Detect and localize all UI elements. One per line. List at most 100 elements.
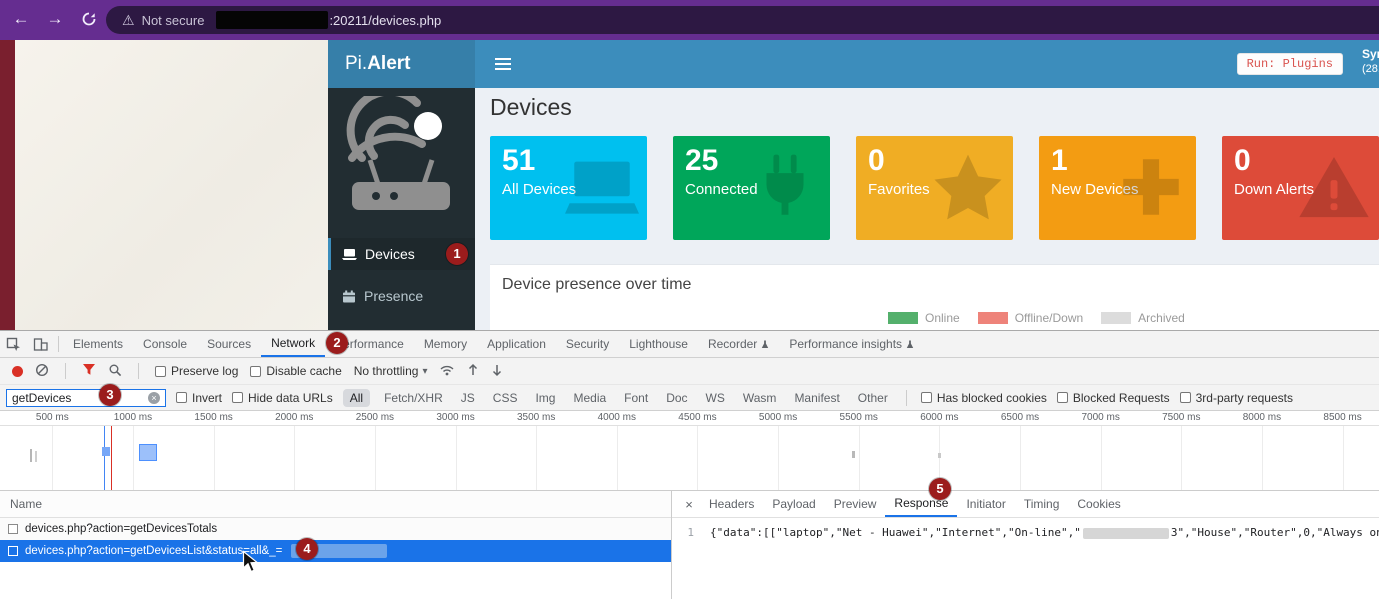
resource-type-manifest[interactable]: Manifest — [790, 389, 843, 407]
url-text: :20211/devices.php — [329, 13, 441, 28]
tab-headers[interactable]: Headers — [700, 491, 763, 517]
legend-label: Offline/Down — [1015, 311, 1083, 325]
tab-timing[interactable]: Timing — [1015, 491, 1069, 517]
checkbox[interactable] — [921, 392, 932, 403]
resource-type-font[interactable]: Font — [620, 389, 652, 407]
tab-performance-insights[interactable]: Performance insights — [779, 331, 924, 357]
tab-cookies[interactable]: Cookies — [1068, 491, 1129, 517]
has-blocked-cookies-checkbox[interactable]: Has blocked cookies — [921, 391, 1047, 405]
tab-initiator[interactable]: Initiator — [957, 491, 1014, 517]
tab-sources[interactable]: Sources — [197, 331, 261, 357]
tab-memory[interactable]: Memory — [414, 331, 477, 357]
reload-icon[interactable] — [78, 11, 100, 32]
checkbox[interactable] — [1180, 392, 1191, 403]
response-panel: × Headers Payload Preview Response Initi… — [672, 491, 1379, 599]
throttling-select[interactable]: No throttling ▾ — [354, 364, 428, 378]
export-har-icon[interactable] — [491, 363, 503, 380]
header-right-line2: (28, — [1362, 62, 1379, 77]
invert-checkbox[interactable]: Invert — [176, 391, 222, 405]
annotation-step-4: 4 — [296, 538, 318, 560]
tab-payload[interactable]: Payload — [763, 491, 824, 517]
app-logo[interactable]: Pi.Alert — [328, 40, 475, 88]
resource-type-other[interactable]: Other — [854, 389, 892, 407]
card-connected[interactable]: 25 Connected — [673, 136, 830, 240]
network-detail-split: Name devices.php?action=getDevicesTotals… — [0, 491, 1379, 599]
sidebar-item-label: Presence — [364, 288, 423, 304]
tab-label: Elements — [73, 331, 123, 357]
filter-icon[interactable] — [82, 363, 96, 379]
checkbox[interactable] — [155, 366, 166, 377]
clear-log-icon[interactable] — [35, 363, 49, 380]
timeline-ruler: 500 ms 1000 ms 1500 ms 2000 ms 2500 ms 3… — [0, 411, 1379, 490]
request-row-selected[interactable]: devices.php?action=getDevicesList&status… — [0, 540, 671, 562]
plus-icon — [1114, 150, 1188, 224]
inspect-element-icon[interactable] — [0, 331, 27, 357]
legend-offline: Offline/Down — [978, 311, 1083, 325]
preserve-log-checkbox[interactable]: Preserve log — [155, 364, 238, 378]
devtools-tabbar: Elements Console Sources Network Perform… — [0, 331, 1379, 358]
checkbox[interactable] — [250, 366, 261, 377]
calendar-icon — [342, 290, 356, 303]
response-body[interactable]: 1 {"data":[["laptop","Net - Huawei","Int… — [672, 518, 1379, 599]
background-window-edge — [0, 40, 15, 330]
resource-type-css[interactable]: CSS — [489, 389, 522, 407]
checkbox[interactable] — [1057, 392, 1068, 403]
resource-type-ws[interactable]: WS — [702, 389, 729, 407]
hide-data-urls-checkbox[interactable]: Hide data URLs — [232, 391, 333, 405]
filter-input[interactable]: getDevices × — [6, 389, 166, 407]
card-down-alerts[interactable]: 0 Down Alerts — [1222, 136, 1379, 240]
resource-type-doc[interactable]: Doc — [662, 389, 691, 407]
tab-console[interactable]: Console — [133, 331, 197, 357]
tab-application[interactable]: Application — [477, 331, 556, 357]
address-bar[interactable]: ⚠ Not secure :20211/devices.php — [106, 6, 1379, 34]
search-icon[interactable] — [108, 363, 122, 380]
tab-elements[interactable]: Elements — [63, 331, 133, 357]
tab-label: Lighthouse — [629, 331, 688, 357]
resource-type-img[interactable]: Img — [531, 389, 559, 407]
request-list: Name devices.php?action=getDevicesTotals… — [0, 491, 672, 599]
brand-prefix: Pi. — [345, 53, 367, 74]
card-favorites[interactable]: 0 Favorites — [856, 136, 1013, 240]
run-plugins-button[interactable]: Run: Plugins — [1237, 53, 1343, 75]
forward-icon[interactable]: → — [44, 9, 66, 29]
third-party-requests-checkbox[interactable]: 3rd-party requests — [1180, 391, 1293, 405]
back-icon[interactable]: ← — [10, 9, 32, 29]
network-conditions-icon[interactable] — [439, 363, 455, 379]
clear-filter-icon[interactable]: × — [148, 392, 160, 404]
resource-type-fetch-xhr[interactable]: Fetch/XHR — [380, 389, 447, 407]
resource-type-all[interactable]: All — [343, 389, 370, 407]
tab-preview[interactable]: Preview — [825, 491, 886, 517]
tab-lighthouse[interactable]: Lighthouse — [619, 331, 698, 357]
record-button[interactable] — [12, 366, 23, 377]
timeline-activity-mark — [852, 451, 855, 458]
presence-panel: Device presence over time Online Offline… — [490, 264, 1379, 330]
desktop-background — [15, 40, 328, 330]
card-all-devices[interactable]: 51 All Devices — [490, 136, 647, 240]
blocked-requests-checkbox[interactable]: Blocked Requests — [1057, 391, 1170, 405]
browser-toolbar: ← → ⚠ Not secure :20211/devices.php — [0, 0, 1379, 40]
resource-type-js[interactable]: JS — [457, 389, 479, 407]
tab-label: Recorder — [708, 331, 757, 357]
resource-type-media[interactable]: Media — [569, 389, 610, 407]
resource-type-wasm[interactable]: Wasm — [739, 389, 781, 407]
tab-network[interactable]: Network — [261, 331, 325, 357]
network-overview-timeline[interactable]: 500 ms 1000 ms 1500 ms 2000 ms 2500 ms 3… — [0, 411, 1379, 491]
card-new-devices[interactable]: 1 New Devices — [1039, 136, 1196, 240]
device-toolbar-icon[interactable] — [27, 331, 54, 357]
tab-security[interactable]: Security — [556, 331, 619, 357]
checkbox[interactable] — [176, 392, 187, 403]
request-row[interactable]: devices.php?action=getDevicesTotals — [0, 518, 671, 540]
menu-toggle-icon[interactable] — [495, 58, 511, 60]
checkbox[interactable] — [232, 392, 243, 403]
tab-recorder[interactable]: Recorder — [698, 331, 779, 357]
import-har-icon[interactable] — [467, 363, 479, 380]
request-checkbox[interactable] — [8, 524, 18, 534]
disable-cache-checkbox[interactable]: Disable cache — [250, 364, 341, 378]
timeline-tick: 2500 ms — [335, 411, 416, 490]
laptop-icon — [565, 150, 639, 224]
sidebar-item-presence[interactable]: Presence — [328, 280, 475, 312]
request-checkbox[interactable] — [8, 546, 18, 556]
load-event-marker — [111, 426, 112, 490]
request-list-header[interactable]: Name — [0, 491, 671, 518]
close-icon[interactable]: × — [678, 497, 700, 512]
